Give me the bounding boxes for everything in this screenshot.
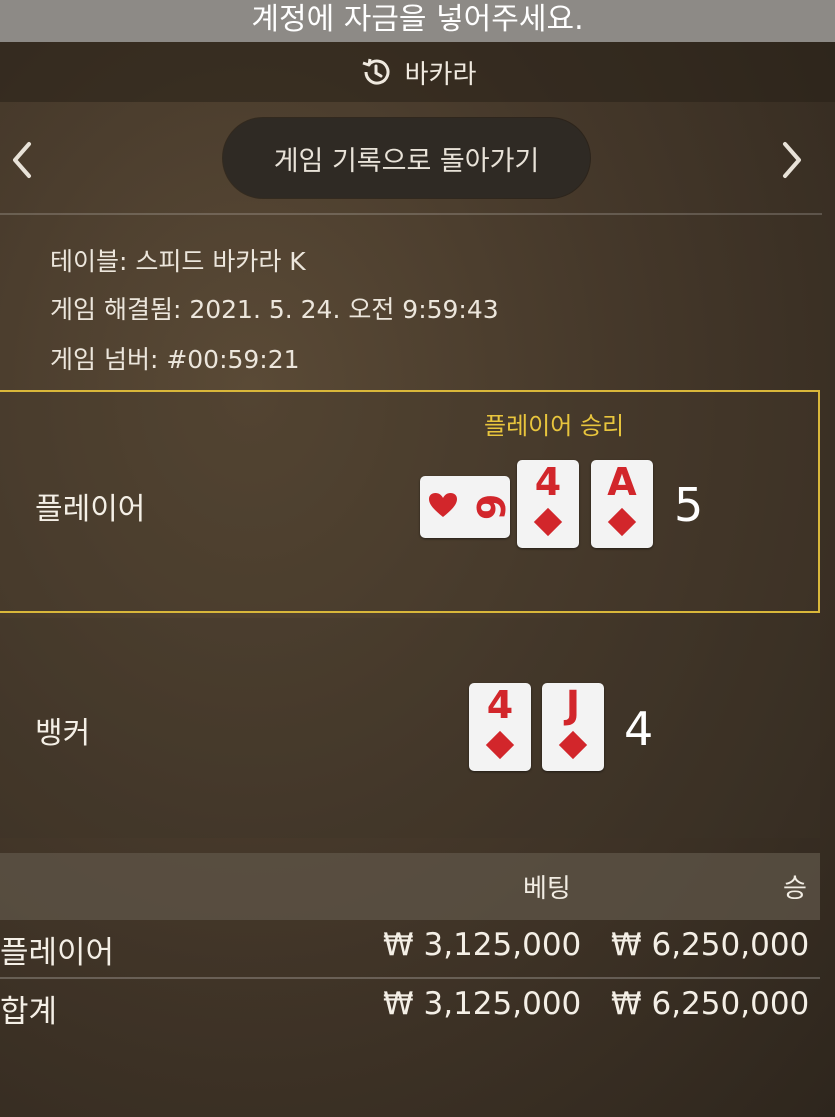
banker-card-2: J [542, 683, 604, 771]
game-title: 바카라 [404, 59, 477, 90]
bet-column-header: 베팅 [523, 874, 571, 904]
history-icon [362, 58, 390, 85]
card-rank: 4 [534, 460, 562, 504]
table-row-total-bet: ₩ 3,125,000 [383, 986, 582, 1022]
heart-suit-icon [429, 493, 457, 517]
table-name: 테이블: 스피드 바카라 K [50, 247, 306, 276]
player-win-label: 플레이어 승리 [484, 412, 625, 440]
card-rank: J [565, 683, 581, 727]
diamond-suit-icon [533, 507, 563, 537]
top-bar: 바카라 [0, 42, 835, 102]
card-rank: A [607, 460, 637, 504]
diamond-suit-icon [485, 730, 515, 760]
table-row-player-win: ₩ 6,250,000 [611, 927, 810, 963]
resolved-time: 게임 해결됨: 2021. 5. 24. 오전 9:59:43 [50, 295, 499, 324]
diamond-suit-icon [607, 507, 637, 537]
win-column-header: 승 [783, 874, 807, 904]
player-label: 플레이어 [35, 492, 146, 527]
chevron-right-icon [783, 142, 801, 178]
player-score: 5 [674, 478, 704, 532]
table-divider [0, 977, 820, 979]
banker-label: 뱅커 [35, 716, 91, 751]
next-game-button[interactable] [772, 138, 812, 182]
card-rank: 4 [486, 683, 514, 727]
card-rank: 6 [468, 493, 512, 521]
player-card-2: 4 [517, 460, 579, 548]
banker-card-1: 4 [469, 683, 531, 771]
player-card-3: A [591, 460, 653, 548]
table-row-player-bet: ₩ 3,125,000 [383, 927, 582, 963]
table-row-total-win: ₩ 6,250,000 [611, 986, 810, 1022]
back-to-history-button[interactable]: 게임 기록으로 돌아가기 [223, 118, 590, 198]
player-card-1: 6 [420, 476, 512, 538]
table-row-total-name: 합계 [0, 994, 58, 1030]
diamond-suit-icon [558, 730, 588, 760]
previous-game-button[interactable] [2, 138, 42, 182]
banker-score: 4 [624, 702, 654, 756]
chevron-left-icon [13, 142, 31, 178]
table-row-player-name: 플레이어 [0, 935, 115, 971]
bets-table-header [0, 853, 820, 920]
fund-account-banner[interactable]: 계정에 자금을 넣어주세요. [0, 0, 835, 42]
game-number: 게임 넘버: #00:59:21 [50, 345, 300, 374]
banker-result-area [0, 618, 820, 838]
divider [0, 213, 822, 215]
